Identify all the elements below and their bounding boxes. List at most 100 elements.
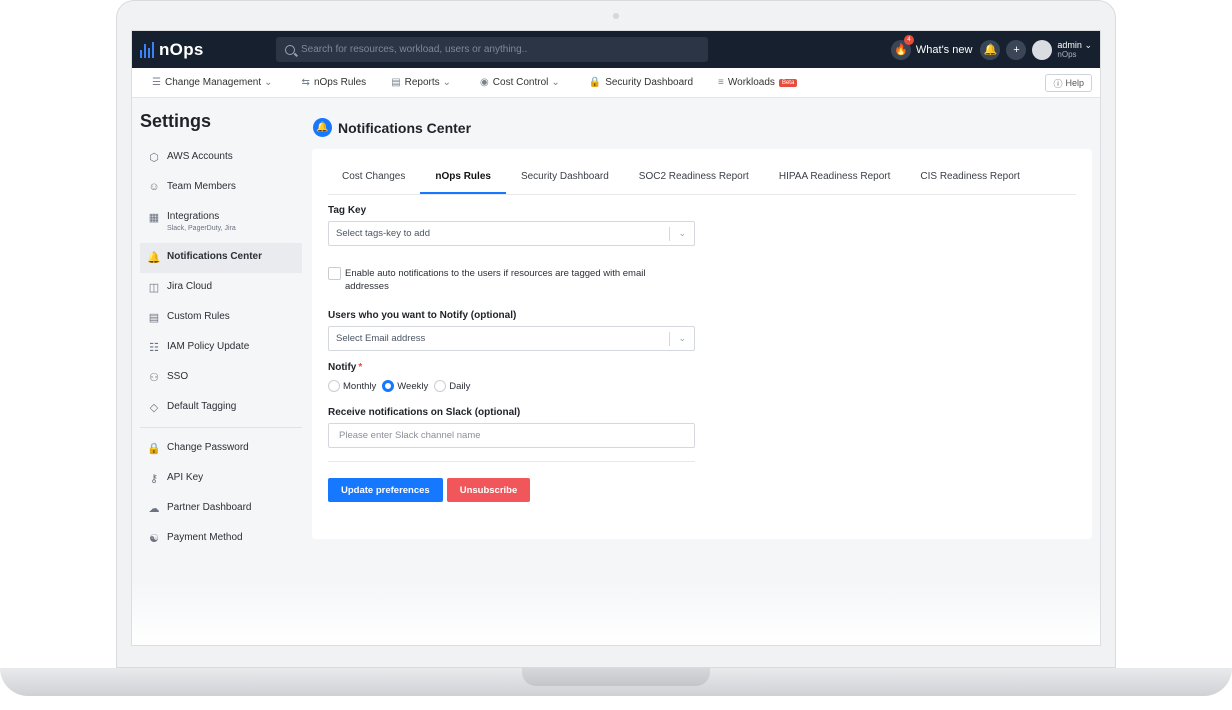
page-title-text: Notifications Center <box>338 119 472 136</box>
sidebar-item-integrations[interactable]: ▦ Integrations Slack, PagerDuty, Jira <box>140 203 302 243</box>
users-email-placeholder: Select Email address <box>336 333 426 344</box>
notification-form: Tag Key Select tags-key to add ⌄ Enable … <box>328 205 698 502</box>
radio-monthly[interactable]: Monthly <box>328 380 376 392</box>
help-button[interactable]: ⓘ Help <box>1045 74 1092 92</box>
tab-cost-changes[interactable]: Cost Changes <box>328 149 420 194</box>
main-nav: ☰ Change Management ⌄ ⇆ nOps Rules ▤ Rep… <box>132 68 1100 98</box>
tag-key-placeholder: Select tags-key to add <box>336 228 430 239</box>
sidebar-item-label: API Key <box>167 472 204 483</box>
sidebar-item-payment-method[interactable]: ☯ Payment Method <box>140 524 302 554</box>
bottom-area <box>132 579 1100 645</box>
whats-new-button[interactable]: 🔥 4 What's new <box>890 34 973 60</box>
users-icon: ☺ <box>148 181 160 193</box>
sidebar-item-api-key[interactable]: ⚷ API Key <box>140 464 302 494</box>
radio-label: Daily <box>449 380 471 392</box>
tab-cis-readiness-report[interactable]: CIS Readiness Report <box>905 149 1035 194</box>
sidebar-item-aws-accounts[interactable]: ⬡ AWS Accounts <box>140 143 302 173</box>
nav-label: Reports <box>404 77 440 88</box>
tab-nops-rules[interactable]: nOps Rules <box>420 149 506 194</box>
whats-new-label: What's new <box>915 43 973 56</box>
stack-icon: ≡ <box>718 77 724 88</box>
sidebar-item-jira-cloud[interactable]: ◫ Jira Cloud <box>140 273 302 303</box>
chevron-down-icon: ⌄ <box>678 228 686 238</box>
sidebar-item-label: Custom Rules <box>167 311 230 322</box>
form-actions: Update preferences Unsubscribe <box>328 478 698 502</box>
notify-frequency-group: Monthly Weekly Daily <box>328 380 698 392</box>
chevron-down-icon: ⌄ <box>264 77 273 88</box>
nav-label: Cost Control <box>492 77 549 88</box>
sidebar-item-notifications-center[interactable]: 🔔 Notifications Center <box>140 243 302 273</box>
help-label: Help <box>1065 78 1084 88</box>
arrows-icon: ⇆ <box>301 77 310 88</box>
bell-icon: 🔔 <box>147 252 161 264</box>
nops-logo[interactable]: nOps <box>140 40 276 60</box>
sso-icon: ⚇ <box>149 372 159 384</box>
auto-notify-option: Enable auto notifications to the users i… <box>328 267 698 293</box>
sidebar-divider <box>140 427 302 428</box>
sidebar-item-sso[interactable]: ⚇ SSO <box>140 363 302 393</box>
search-input[interactable]: Search for resources, workload, users or… <box>276 37 708 62</box>
radio-weekly[interactable]: Weekly <box>382 380 428 392</box>
sidebar-item-label: Notifications Center <box>167 251 263 262</box>
slack-channel-input[interactable]: Please enter Slack channel name <box>328 423 695 448</box>
update-preferences-button[interactable]: Update preferences <box>328 478 443 502</box>
columns-icon: ◫ <box>148 282 160 294</box>
help-icon: ⓘ <box>1053 78 1063 89</box>
nav-reports[interactable]: ▤ Reports ⌄ <box>391 77 455 88</box>
avatar[interactable] <box>1032 39 1053 60</box>
user-menu[interactable]: admin ⌄ nOps <box>1057 40 1092 60</box>
radio-label: Weekly <box>397 380 429 392</box>
plus-button[interactable]: + <box>1006 39 1027 60</box>
lock-icon: 🔒 <box>147 443 161 455</box>
notify-label: Notify * <box>328 362 698 373</box>
fire-icon: 🔥 4 <box>890 34 914 60</box>
tab-soc2-readiness-report[interactable]: SOC2 Readiness Report <box>624 149 764 194</box>
radio-daily[interactable]: Daily <box>434 380 470 392</box>
nav-cost-control[interactable]: ◉ Cost Control ⌄ <box>480 77 564 88</box>
auto-notify-checkbox[interactable] <box>328 267 341 280</box>
nav-label: nOps Rules <box>313 77 367 88</box>
radio-circle-selected <box>382 380 395 392</box>
bell-icon: 🔔 <box>313 118 332 137</box>
sidebar-item-label: Jira Cloud <box>167 281 213 292</box>
policy-icon: ☷ <box>149 342 159 354</box>
laptop-notch <box>522 668 710 686</box>
sidebar-item-team-members[interactable]: ☺ Team Members <box>140 173 302 203</box>
slack-channel-placeholder: Please enter Slack channel name <box>339 430 481 441</box>
unsubscribe-button[interactable]: Unsubscribe <box>446 478 531 502</box>
coin-icon: ◉ <box>480 77 489 88</box>
radio-label: Monthly <box>343 380 377 392</box>
sidebar-item-label: SSO <box>167 371 189 382</box>
chevron-down-icon: ⌄ <box>442 77 452 88</box>
sidebar-item-label: Team Members <box>167 181 236 192</box>
lock-icon: 🔒 <box>588 77 602 88</box>
tab-hipaa-readiness-report[interactable]: HIPAA Readiness Report <box>764 149 906 194</box>
nav-label: Workloads <box>727 77 775 88</box>
auto-notify-text: Enable auto notifications to the users i… <box>345 268 646 292</box>
bell-icon[interactable]: 🔔 <box>980 39 1001 60</box>
sidebar-item-default-tagging[interactable]: ◇ Default Tagging <box>140 393 302 423</box>
nav-change-management[interactable]: ☰ Change Management ⌄ <box>152 77 277 88</box>
required-marker: * <box>358 362 363 373</box>
tag-key-select[interactable]: Select tags-key to add ⌄ <box>328 221 695 246</box>
app-screen: nOps Search for resources, workload, use… <box>131 30 1101 646</box>
users-email-select[interactable]: Select Email address ⌄ <box>328 326 695 351</box>
cube-icon: ⬡ <box>149 152 159 164</box>
sidebar-item-custom-rules[interactable]: ▤ Custom Rules <box>140 303 302 333</box>
sidebar-item-label: Integrations <box>167 211 220 222</box>
chevron-down-icon: ⌄ <box>551 77 560 88</box>
users-notify-label: Users who you want to Notify (optional) <box>328 310 517 321</box>
nav-nops-rules[interactable]: ⇆ nOps Rules <box>302 77 367 88</box>
sidebar-item-iam-policy-update[interactable]: ☷ IAM Policy Update <box>140 333 302 363</box>
sidebar-item-label: Change Password <box>167 442 249 453</box>
settings-title: Settings <box>140 111 212 131</box>
nav-workloads[interactable]: ≡ Workloads Beta <box>718 77 798 88</box>
tab-security-dashboard[interactable]: Security Dashboard <box>506 149 624 194</box>
tag-key-label: Tag Key <box>328 205 367 216</box>
nav-security-dashboard[interactable]: 🔒 Security Dashboard <box>589 77 693 88</box>
sidebar-item-label: Default Tagging <box>167 401 237 412</box>
sidebar-item-change-password[interactable]: 🔒 Change Password <box>140 434 302 464</box>
top-bar: nOps Search for resources, workload, use… <box>132 31 1100 68</box>
sidebar-item-partner-dashboard[interactable]: ☁ Partner Dashboard <box>140 494 302 524</box>
select-separator <box>669 227 670 241</box>
